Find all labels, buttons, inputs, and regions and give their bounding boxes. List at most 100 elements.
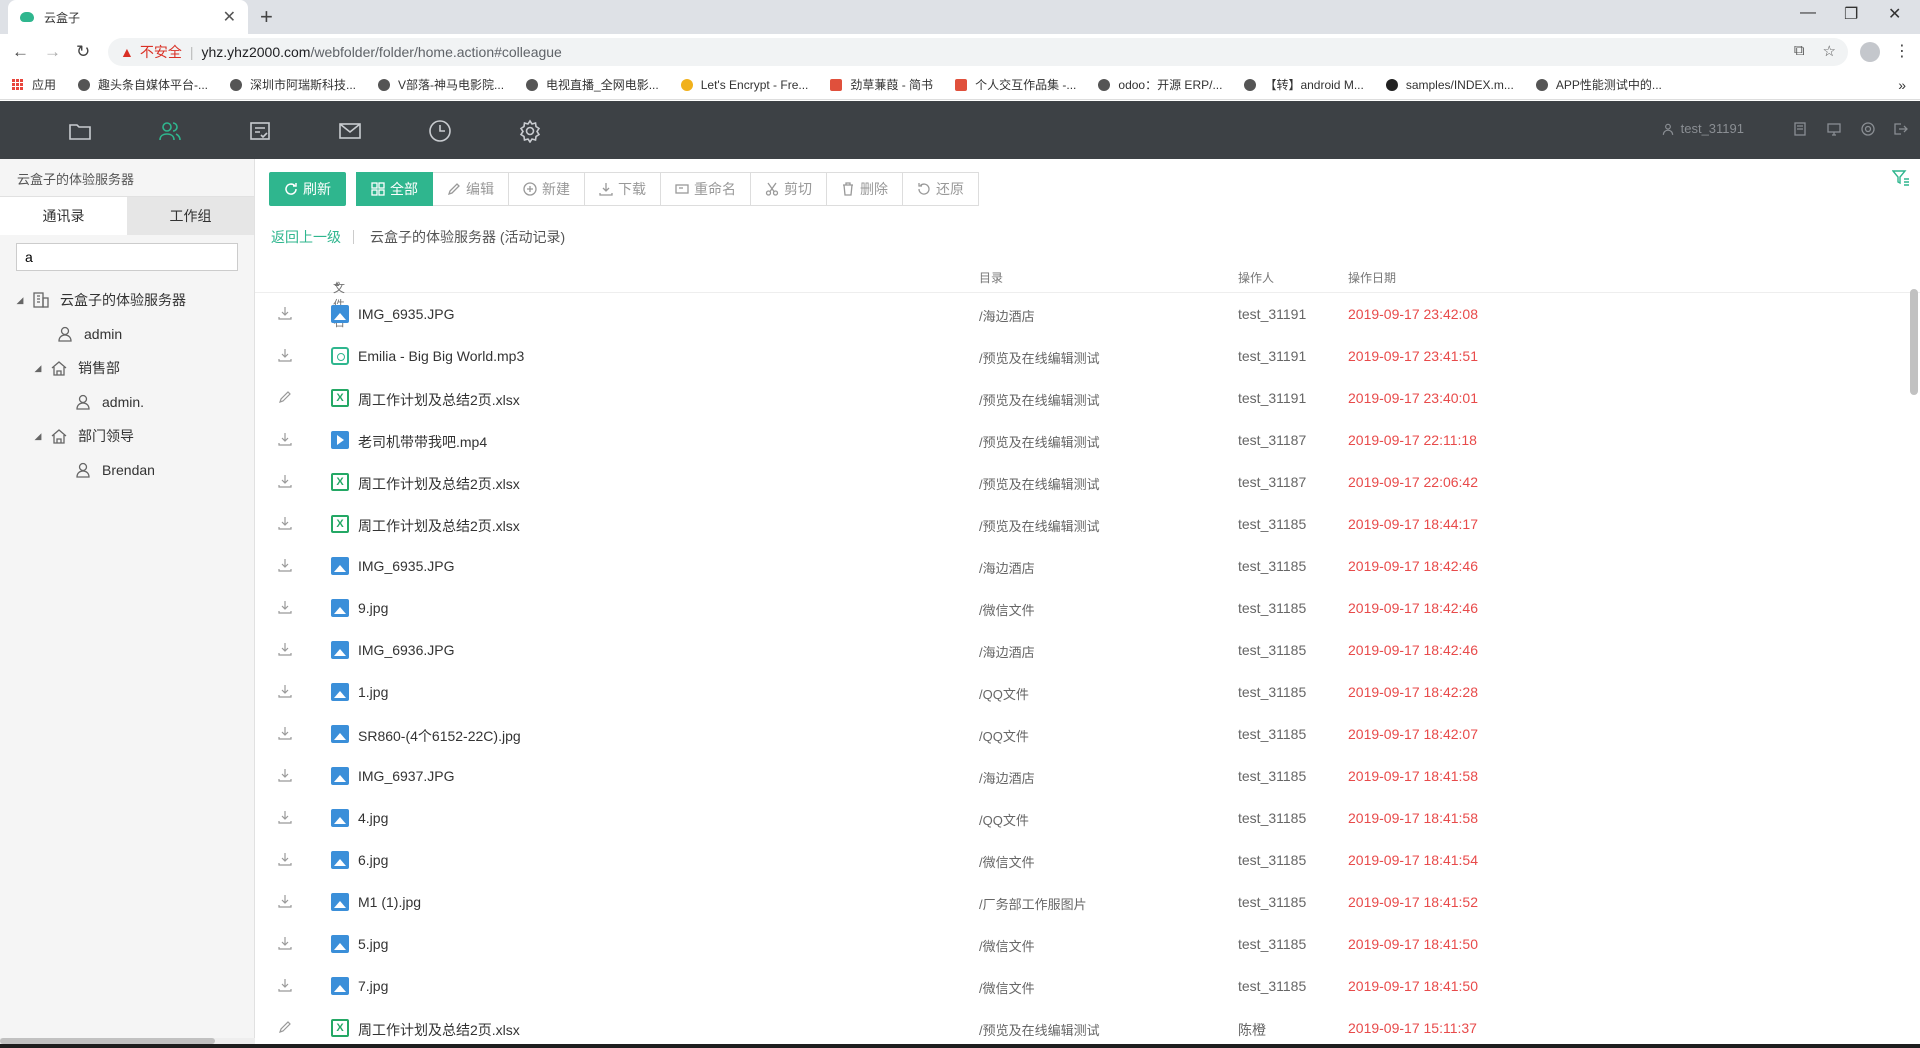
close-window-icon[interactable]: ✕ <box>1888 4 1901 24</box>
file-name[interactable]: 1.jpg <box>358 684 388 700</box>
column-operator[interactable]: 操作人 <box>1238 269 1274 286</box>
bookmark-star-icon[interactable]: ☆ <box>1823 42 1836 60</box>
cut-button[interactable]: 剪切 <box>751 172 827 206</box>
bookmark-item[interactable]: 趣头条自媒体平台-... <box>78 76 208 93</box>
table-row[interactable]: 9.jpg/微信文件 test_31185 2019-09-17 18:42:46 <box>255 587 1920 629</box>
bookmark-item[interactable]: samples/INDEX.m... <box>1385 78 1514 92</box>
edit-pencil-icon[interactable] <box>277 389 293 405</box>
file-name[interactable]: 7.jpg <box>358 978 388 994</box>
expand-triangle-icon[interactable]: ◢ <box>32 431 44 442</box>
tree-node-user[interactable]: admin <box>0 317 254 351</box>
address-bar[interactable]: ▲ 不安全 | yhz.yhz2000.com /webfolder/folde… <box>108 38 1848 66</box>
table-row[interactable]: 6.jpg/微信文件 test_31185 2019-09-17 18:41:54 <box>255 839 1920 881</box>
tree-node-dept[interactable]: ◢ 销售部 <box>0 351 254 385</box>
download-icon[interactable] <box>277 893 293 909</box>
all-filter-button[interactable]: 全部 <box>356 172 433 206</box>
file-name[interactable]: 5.jpg <box>358 936 388 952</box>
tab-workgroups[interactable]: 工作组 <box>127 197 254 235</box>
go-up-link[interactable]: 返回上一级 <box>271 227 341 247</box>
download-icon[interactable] <box>277 641 293 657</box>
reload-icon[interactable]: ↻ <box>76 42 90 62</box>
document-icon[interactable] <box>1792 121 1808 137</box>
settings-gear-icon[interactable] <box>518 119 542 144</box>
file-name[interactable]: Emilia - Big Big World.mp3 <box>358 348 524 364</box>
file-name[interactable]: 6.jpg <box>358 852 388 868</box>
table-row[interactable]: X 周工作计划及总结2页.xlsx/预览及在线编辑测试 陈橙 2019-09-17 1… <box>255 1007 1920 1048</box>
bookmark-item[interactable]: 个人交互作品集 -... <box>955 76 1076 93</box>
table-row[interactable]: IMG_6935.JPG/海边酒店 test_31185 2019-09-17 18… <box>255 545 1920 587</box>
browser-menu-icon[interactable]: ⋮ <box>1894 41 1910 61</box>
column-date[interactable]: 操作日期 <box>1348 269 1396 286</box>
bookmark-item[interactable]: Let's Encrypt - Fre... <box>680 78 808 92</box>
table-row[interactable]: 5.jpg/微信文件 test_31185 2019-09-17 18:41:50 <box>255 923 1920 965</box>
bookmark-item[interactable]: 【转】android M... <box>1244 76 1364 93</box>
tree-node-org[interactable]: ◢ 云盒子的体验服务器 <box>0 283 254 317</box>
tab-contacts[interactable]: 通讯录 <box>0 197 127 235</box>
download-icon[interactable] <box>277 557 293 573</box>
table-row[interactable]: 1.jpg/QQ文件 test_31185 2019-09-17 18:42:28 <box>255 671 1920 713</box>
table-row[interactable]: SR860-(4个6152-22C).jpg/QQ文件 test_31185 201… <box>255 713 1920 755</box>
back-icon[interactable]: ← <box>12 42 29 62</box>
profile-avatar-icon[interactable] <box>1860 42 1880 62</box>
close-tab-icon[interactable]: ✕ <box>223 7 236 27</box>
bookmark-item[interactable]: 电视直播_全网电影... <box>526 76 659 93</box>
restore-button[interactable]: 还原 <box>903 172 979 206</box>
folder-icon[interactable] <box>68 119 92 143</box>
table-row[interactable]: IMG_6937.JPG/海边酒店 test_31185 2019-09-17 18… <box>255 755 1920 797</box>
file-name[interactable]: IMG_6935.JPG <box>358 558 455 574</box>
column-directory[interactable]: 目录 <box>979 269 1003 286</box>
download-button[interactable]: 下载 <box>585 172 661 206</box>
download-icon[interactable] <box>277 809 293 825</box>
download-icon[interactable] <box>277 725 293 741</box>
settings-small-icon[interactable] <box>1860 121 1876 137</box>
file-name[interactable]: M1 (1).jpg <box>358 894 421 910</box>
new-tab-button[interactable]: + <box>260 4 273 30</box>
table-row[interactable]: 4.jpg/QQ文件 test_31185 2019-09-17 18:41:58 <box>255 797 1920 839</box>
tree-node-user[interactable]: Brendan <box>0 453 254 487</box>
download-icon[interactable] <box>277 599 293 615</box>
table-row[interactable]: 老司机带带我吧.mp4/预览及在线编辑测试 test_31187 2019-09-1… <box>255 419 1920 461</box>
download-icon[interactable] <box>277 977 293 993</box>
tree-node-dept[interactable]: ◢ 部门领导 <box>0 419 254 453</box>
file-name[interactable]: 周工作计划及总结2页.xlsx <box>358 1020 520 1040</box>
bookmarks-overflow-icon[interactable]: » <box>1898 77 1906 93</box>
file-name[interactable]: 9.jpg <box>358 600 388 616</box>
delete-button[interactable]: 删除 <box>827 172 903 206</box>
logout-icon[interactable] <box>1892 121 1908 137</box>
bookmark-item[interactable]: 劲草蒹葭 - 简书 <box>830 76 933 93</box>
new-button[interactable]: 新建 <box>509 172 585 206</box>
bookmark-apps[interactable]: 应用 <box>12 76 56 93</box>
file-name[interactable]: 周工作计划及总结2页.xlsx <box>358 474 520 494</box>
expand-triangle-icon[interactable]: ◢ <box>14 295 26 306</box>
bookmark-item[interactable]: V部落-神马电影院... <box>378 76 504 93</box>
edit-pencil-icon[interactable] <box>277 1019 293 1035</box>
file-name[interactable]: SR860-(4个6152-22C).jpg <box>358 726 521 746</box>
file-name[interactable]: 4.jpg <box>358 810 388 826</box>
table-row[interactable]: IMG_6936.JPG/海边酒店 test_31185 2019-09-17 18… <box>255 629 1920 671</box>
refresh-button[interactable]: 刷新 <box>269 172 346 206</box>
edit-button[interactable]: 编辑 <box>433 172 509 206</box>
download-icon[interactable] <box>277 851 293 867</box>
bookmark-item[interactable]: 深圳市阿瑞斯科技... <box>230 76 356 93</box>
bookmark-item[interactable]: odoo：开源 ERP/... <box>1098 76 1222 93</box>
mail-icon[interactable] <box>338 119 362 143</box>
table-row[interactable]: X 周工作计划及总结2页.xlsx/预览及在线编辑测试 test_31187 2019… <box>255 461 1920 503</box>
table-row[interactable]: Emilia - Big Big World.mp3/预览及在线编辑测试 test… <box>255 335 1920 377</box>
clock-icon[interactable] <box>428 119 452 143</box>
table-row[interactable]: IMG_6935.JPG/海边酒店 test_31191 2019-09-17 23… <box>255 293 1920 335</box>
contacts-icon[interactable] <box>158 119 182 143</box>
download-icon[interactable] <box>277 935 293 951</box>
task-icon[interactable] <box>248 119 272 143</box>
expand-triangle-icon[interactable]: ◢ <box>32 363 44 374</box>
file-name[interactable]: 老司机带带我吧.mp4 <box>358 432 487 452</box>
download-icon[interactable] <box>277 473 293 489</box>
monitor-icon[interactable] <box>1826 121 1842 137</box>
contact-search-input[interactable] <box>16 243 238 271</box>
download-icon[interactable] <box>277 767 293 783</box>
rename-button[interactable]: 重命名 <box>661 172 751 206</box>
vertical-scrollbar[interactable] <box>1910 289 1918 395</box>
file-name[interactable]: 周工作计划及总结2页.xlsx <box>358 516 520 536</box>
file-name[interactable]: IMG_6935.JPG <box>358 306 455 322</box>
download-icon[interactable] <box>277 431 293 447</box>
file-name[interactable]: IMG_6937.JPG <box>358 768 455 784</box>
